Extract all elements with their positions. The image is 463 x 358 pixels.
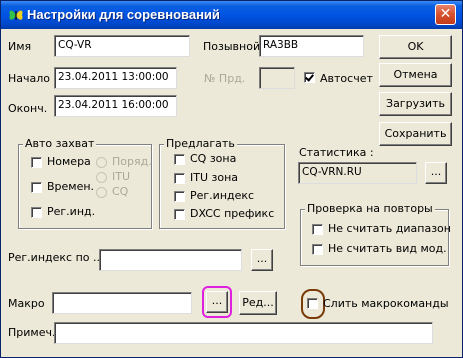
numbers-checkbox[interactable] (31, 157, 42, 168)
itu-label: ITU (112, 170, 131, 183)
macro-label: Макро (8, 297, 45, 310)
time-checkbox[interactable] (31, 182, 42, 193)
duplicate-check-title: Проверка на повторы (305, 202, 435, 215)
reg-index-browse-button[interactable]: ... (251, 249, 273, 271)
macro-field[interactable] (52, 292, 192, 314)
reg-ind-label: Рег.инд. (47, 205, 96, 218)
contest-settings-dialog: Настройки для соревнований ✕ Имя CQ-VR П… (0, 0, 463, 358)
ignore-band-checkbox[interactable] (312, 224, 323, 235)
macro-browse-button[interactable]: ... (206, 291, 228, 313)
close-button[interactable]: ✕ (435, 4, 456, 25)
order-radio (96, 157, 107, 168)
order-label: Поряд. (112, 155, 152, 168)
ignore-mode-checkbox[interactable] (312, 244, 323, 255)
reg-index-field[interactable] (99, 249, 242, 271)
cancel-button[interactable]: Отмена (379, 63, 452, 87)
cq-zone-label: CQ зона (190, 152, 237, 165)
cq-zone-checkbox[interactable] (174, 154, 185, 165)
name-label: Имя (8, 40, 32, 53)
reg-index-suggest-label: Рег.индекс (190, 189, 255, 202)
name-field[interactable]: CQ-VR (54, 35, 190, 57)
callsign-label: Позывной (203, 40, 261, 53)
autocount-checkbox[interactable] (304, 72, 315, 83)
callsign-field[interactable]: RA3BB (259, 35, 364, 57)
window-title: Настройки для соревнований (27, 7, 220, 22)
suggest-title: Предлагать (164, 137, 237, 150)
merge-macros-checkbox[interactable] (307, 298, 318, 309)
dxcc-prefix-label: DXCC префикс (190, 207, 275, 220)
end-field[interactable]: 23.04.2011 16:00:00 (54, 95, 177, 117)
dxcc-prefix-checkbox[interactable] (174, 209, 185, 220)
butterfly-app-icon (9, 10, 23, 20)
ok-button[interactable]: OK (379, 35, 452, 59)
reg-index-checkbox[interactable] (174, 191, 185, 202)
prd-field (259, 67, 295, 89)
close-icon: ✕ (439, 6, 452, 22)
autocount-label: Автосчет (320, 72, 373, 85)
cq-radio (96, 187, 107, 198)
statistics-browse-button[interactable]: ... (425, 162, 447, 184)
numbers-label: Номера (47, 155, 91, 168)
ignore-mode-label: Не считать вид мод. (328, 242, 447, 255)
auto-capture-title: Авто захват (23, 137, 97, 150)
statistics-field[interactable]: CQ-VRN.RU (298, 162, 417, 184)
macro-edit-button[interactable]: Ред... (239, 291, 277, 315)
title-bar[interactable]: Настройки для соревнований ✕ (1, 1, 462, 29)
itu-zone-checkbox[interactable] (174, 173, 185, 184)
statistics-label: Статистика : (299, 146, 374, 159)
prd-label: № Прд. (204, 72, 246, 85)
note-label: Примеч. (8, 326, 56, 339)
duplicate-check-group (300, 209, 449, 266)
start-label: Начало (8, 72, 51, 85)
note-field[interactable] (54, 322, 433, 344)
save-button[interactable]: Сохранить (379, 122, 452, 146)
ignore-band-label: Не считать диапазон (328, 222, 451, 235)
reg-ind-checkbox[interactable] (31, 207, 42, 218)
itu-zone-label: ITU зона (190, 171, 239, 184)
end-label: Оконч. (8, 102, 48, 115)
cq-label: CQ (112, 185, 129, 198)
itu-radio (96, 172, 107, 183)
load-button[interactable]: Загрузить (379, 92, 452, 116)
time-label: Времен. (47, 180, 95, 193)
start-field[interactable]: 23.04.2011 13:00:00 (54, 67, 177, 89)
merge-macros-label: Слить макрокоманды (323, 297, 449, 310)
reg-index-by-label: Рег.индекс по ... (8, 251, 104, 264)
